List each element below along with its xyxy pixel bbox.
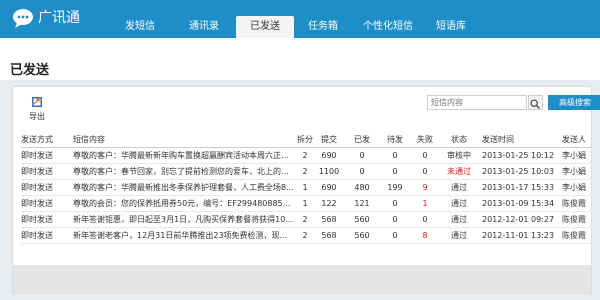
nav-tab[interactable]: 已发送	[236, 16, 294, 38]
cell-failed: 0	[422, 151, 428, 160]
cell-sender: 陈俊霞	[562, 199, 586, 208]
header-sent: 已发	[354, 135, 370, 144]
header-submitted: 提交	[321, 135, 337, 144]
cell-content[interactable]: 尊敬的客户：春节回家，别忘了提前检测您的爱车，北上的朋...	[73, 164, 295, 180]
cell-sent: 0	[359, 167, 365, 176]
nav-tab[interactable]: 任务箱	[294, 16, 352, 38]
cell-pending: 0	[392, 167, 398, 176]
chat-bubble-logo-icon	[13, 9, 33, 28]
search-input[interactable]	[427, 95, 527, 110]
cell-pending: 199	[387, 183, 403, 192]
table-row[interactable]: 即时发送 尊敬的客户：华腾最新新年购车置换超赢酬宾活动本周六正式... 2 690 0 0…	[21, 148, 593, 164]
nav-tab[interactable]: 个性化短信	[352, 16, 424, 38]
cell-failed: 0	[422, 215, 428, 224]
top-bar: 广讯通 发短信 通讯录 已发送 任务箱 个性化短信 短语库	[0, 0, 600, 38]
cell-status: 通过	[451, 231, 467, 240]
cell-method: 即时发送	[21, 167, 53, 176]
cell-submitted: 568	[321, 231, 337, 240]
header-status: 状态	[451, 135, 467, 144]
cell-content[interactable]: 尊敬的客户：华腾最新推出冬季保养护理套餐，人工费全场8...	[73, 180, 295, 196]
table-row[interactable]: 即时发送 尊敬的客户：华腾最新推出冬季保养护理套餐，人工费全场8... 1 690 48…	[21, 180, 593, 196]
cell-content[interactable]: 尊敬的会员：您的保养抵用券50元，编号：EF2994808856...	[73, 196, 295, 212]
cell-time: 2012-11-01 13:23	[482, 231, 555, 240]
title-bar: 已发送	[0, 38, 600, 80]
cell-failed: 8	[422, 231, 428, 240]
table-row[interactable]: 即时发送 尊敬的会员：您的保养抵用券50元，编号：EF2994808856... 1…	[21, 196, 593, 212]
page-title: 已发送	[10, 63, 50, 78]
nav-tab[interactable]: 通讯录	[172, 16, 236, 38]
cell-sender: 李小娟	[562, 167, 586, 176]
cell-sent: 0	[359, 151, 365, 160]
cell-content[interactable]: 新年答谢钜惠，即日起至3月1日，凡购买保养套餐将获得10...	[73, 212, 295, 228]
sent-messages-table: 发送方式 短信内容 拆分 提交 已发 待发 失败 状态 发送时间 发送人 即时发…	[21, 132, 593, 244]
cell-status: 未通过	[447, 167, 471, 176]
cell-submitted: 1100	[318, 167, 340, 176]
table-header: 发送方式 短信内容 拆分 提交 已发 待发 失败 状态 发送时间 发送人	[21, 132, 593, 148]
cell-status: 通过	[451, 215, 467, 224]
cell-split: 2	[302, 215, 308, 224]
pagination-bar	[13, 265, 591, 293]
cell-time: 2013-01-09 15:34	[482, 199, 555, 208]
cell-pending: 0	[392, 151, 398, 160]
header-method: 发送方式	[21, 135, 53, 144]
header-split: 拆分	[297, 135, 313, 144]
cell-submitted: 122	[321, 199, 337, 208]
cell-split: 2	[302, 151, 308, 160]
cell-status: 通过	[451, 183, 467, 192]
sent-panel: 导出 高级搜索 发送方式 短信内容 拆分 提交 已发 待发 失败 状态 发送时间…	[12, 86, 600, 294]
table-row[interactable]: 即时发送 新年答谢老客户，12月31日前华腾推出23项免费检测，现... 2 568 5…	[21, 228, 593, 244]
main-nav: 发短信 通讯录 已发送 任务箱 个性化短信 短语库	[108, 16, 478, 38]
header-content: 短信内容	[73, 135, 105, 144]
cell-method: 即时发送	[21, 183, 53, 192]
cell-method: 即时发送	[21, 215, 53, 224]
cell-split: 2	[302, 231, 308, 240]
header-sender: 发送人	[562, 135, 586, 144]
search-icon	[530, 99, 540, 109]
cell-sent: 560	[354, 215, 370, 224]
cell-content[interactable]: 新年答谢老客户，12月31日前华腾推出23项免费检测，现...	[73, 228, 295, 244]
cell-time: 2013-01-17 15:33	[482, 183, 555, 192]
cell-sender: 李小娟	[562, 183, 586, 192]
table-row[interactable]: 即时发送 新年答谢钜惠，即日起至3月1日，凡购买保养套餐将获得10... 2 568 5…	[21, 212, 593, 228]
header-time: 发送时间	[482, 135, 514, 144]
cell-sender: 陈俊霞	[562, 215, 586, 224]
table-row[interactable]: 即时发送 尊敬的客户：春节回家，别忘了提前检测您的爱车，北上的朋... 2 1100 0…	[21, 164, 593, 180]
cell-split: 1	[302, 199, 308, 208]
cell-pending: 0	[392, 199, 398, 208]
search-button[interactable]	[528, 95, 543, 110]
app-name: 广讯通	[38, 10, 80, 26]
cell-sent: 480	[354, 183, 370, 192]
cell-sender: 陈俊霞	[562, 231, 586, 240]
cell-method: 即时发送	[21, 151, 53, 160]
nav-tab[interactable]: 短语库	[424, 16, 478, 38]
cell-time: 2013-01-25 10:03	[482, 167, 555, 176]
header-failed: 失败	[417, 135, 433, 144]
cell-split: 2	[302, 167, 308, 176]
nav-tab[interactable]: 发短信	[108, 16, 172, 38]
cell-failed: 9	[422, 183, 428, 192]
advanced-search-button[interactable]: 高级搜索	[548, 95, 600, 110]
cell-method: 即时发送	[21, 199, 53, 208]
cell-pending: 0	[392, 215, 398, 224]
cell-method: 即时发送	[21, 231, 53, 240]
export-label: 导出	[29, 112, 45, 121]
cell-time: 2012-12-01 09:27	[482, 215, 555, 224]
cell-status: 通过	[451, 199, 467, 208]
cell-submitted: 568	[321, 215, 337, 224]
header-pending: 待发	[387, 135, 403, 144]
export-button[interactable]: 导出	[27, 96, 47, 122]
cell-submitted: 690	[321, 151, 337, 160]
export-icon	[32, 97, 42, 107]
cell-split: 1	[302, 183, 308, 192]
cell-status: 审核中	[447, 151, 471, 160]
cell-time: 2013-01-25 10:12	[482, 151, 555, 160]
cell-submitted: 690	[321, 183, 337, 192]
cell-sent: 560	[354, 231, 370, 240]
cell-sent: 121	[354, 199, 370, 208]
cell-pending: 0	[392, 231, 398, 240]
cell-failed: 1	[422, 199, 428, 208]
cell-sender: 李小娟	[562, 151, 586, 160]
cell-failed: 0	[422, 167, 428, 176]
cell-content[interactable]: 尊敬的客户：华腾最新新年购车置换超赢酬宾活动本周六正式...	[73, 148, 295, 164]
